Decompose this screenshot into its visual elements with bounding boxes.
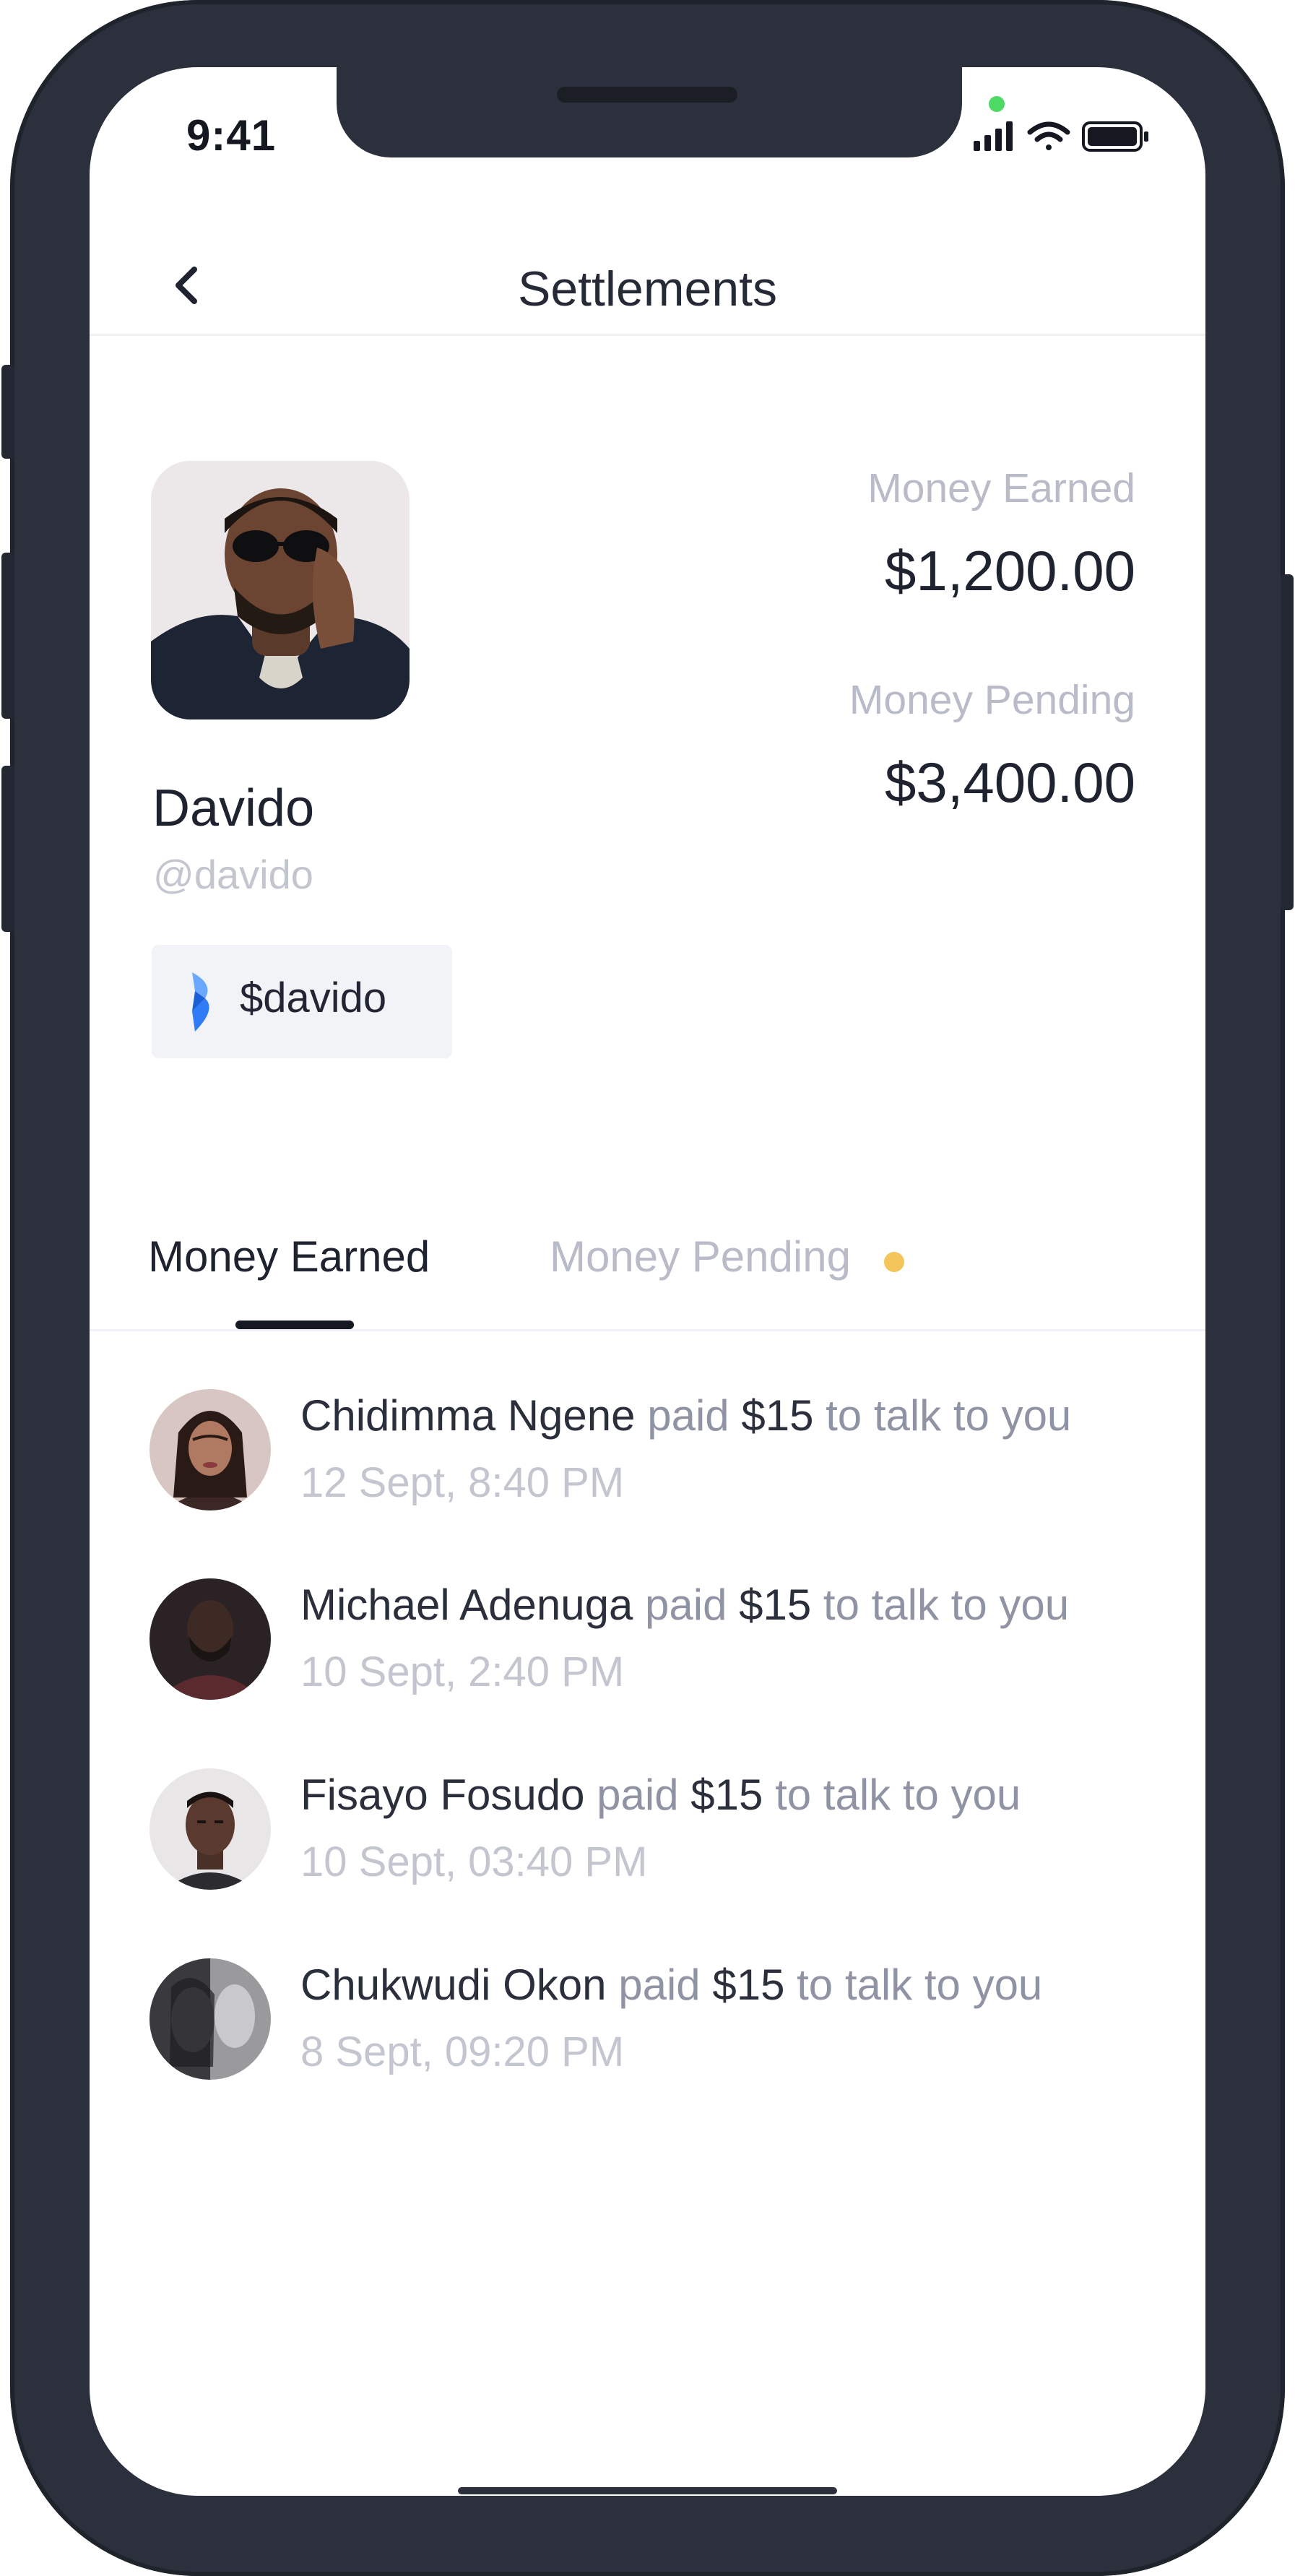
payer-name: Chidimma Ngene bbox=[300, 1391, 636, 1440]
active-tab-indicator bbox=[235, 1321, 354, 1329]
pending-indicator-dot bbox=[884, 1252, 904, 1272]
tab-bar: Money Earned Money Pending bbox=[90, 1209, 1205, 1331]
speaker-grille bbox=[557, 87, 737, 103]
navigation-bar: Settlements bbox=[90, 233, 1205, 336]
transaction-time: 10 Sept, 03:40 PM bbox=[300, 1838, 648, 1885]
cashtag-label: $davido bbox=[240, 974, 387, 1021]
volume-up-button bbox=[1, 553, 14, 719]
wifi-icon bbox=[1027, 121, 1070, 150]
transaction-verb: paid bbox=[635, 1391, 742, 1440]
transaction-suffix: to talk to you bbox=[813, 1391, 1072, 1440]
transaction-verb: paid bbox=[606, 1961, 713, 2009]
money-pending-value: $3,400.00 bbox=[884, 751, 1135, 814]
transaction-amount: $15 bbox=[739, 1581, 812, 1629]
list-item[interactable]: Chukwudi Okon paid $15 to talk to you 8 … bbox=[90, 1937, 1205, 2081]
home-indicator[interactable] bbox=[458, 2487, 837, 2494]
profile-avatar bbox=[151, 461, 410, 719]
transaction-amount: $15 bbox=[690, 1771, 763, 1819]
volume-down-button bbox=[1, 766, 14, 932]
tab-money-earned[interactable]: Money Earned bbox=[148, 1232, 430, 1281]
profile-handle: @davido bbox=[153, 852, 313, 897]
payer-name: Fisayo Fosudo bbox=[300, 1771, 585, 1819]
app-logo-icon bbox=[192, 972, 209, 1032]
transaction-text: Michael Adenuga paid $15 to talk to you bbox=[300, 1580, 1069, 1630]
phone-screen: 9:41 Settlements Davido @davido $davido … bbox=[90, 67, 1205, 2496]
cellular-signal-icon bbox=[974, 121, 1013, 151]
payer-name: Chukwudi Okon bbox=[300, 1961, 607, 2009]
avatar bbox=[150, 1578, 271, 1700]
battery-icon bbox=[1082, 121, 1148, 152]
cashtag-chip[interactable]: $davido bbox=[152, 945, 452, 1058]
silent-switch bbox=[1, 365, 14, 459]
status-time: 9:41 bbox=[186, 111, 277, 160]
transaction-time: 10 Sept, 2:40 PM bbox=[300, 1648, 625, 1695]
camera-indicator-icon bbox=[989, 96, 1005, 112]
transaction-amount: $15 bbox=[712, 1961, 785, 2009]
avatar bbox=[150, 1768, 271, 1890]
transaction-time: 8 Sept, 09:20 PM bbox=[300, 2028, 625, 2075]
transaction-text: Chidimma Ngene paid $15 to talk to you bbox=[300, 1391, 1071, 1440]
notch bbox=[337, 67, 962, 157]
status-icons bbox=[974, 121, 1148, 152]
page-title: Settlements bbox=[517, 262, 778, 316]
transaction-time: 12 Sept, 8:40 PM bbox=[300, 1459, 625, 1506]
transaction-suffix: to talk to you bbox=[811, 1581, 1070, 1629]
transaction-amount: $15 bbox=[741, 1391, 814, 1440]
avatar bbox=[150, 1958, 271, 2080]
transaction-text: Chukwudi Okon paid $15 to talk to you bbox=[300, 1960, 1042, 2010]
tab-money-pending[interactable]: Money Pending bbox=[550, 1232, 851, 1281]
list-item[interactable]: Michael Adenuga paid $15 to talk to you … bbox=[90, 1557, 1205, 1701]
money-pending-label: Money Pending bbox=[849, 677, 1135, 723]
transaction-text: Fisayo Fosudo paid $15 to talk to you bbox=[300, 1770, 1021, 1820]
transaction-verb: paid bbox=[633, 1581, 740, 1629]
power-button bbox=[1281, 574, 1294, 910]
money-earned-value: $1,200.00 bbox=[884, 539, 1135, 602]
list-item[interactable]: Fisayo Fosudo paid $15 to talk to you 10… bbox=[90, 1747, 1205, 1891]
avatar bbox=[150, 1389, 271, 1510]
profile-name: Davido bbox=[152, 779, 315, 837]
payer-name: Michael Adenuga bbox=[300, 1581, 633, 1629]
profile-photo bbox=[151, 461, 410, 719]
transaction-verb: paid bbox=[584, 1771, 691, 1819]
money-earned-label: Money Earned bbox=[867, 465, 1135, 511]
list-item[interactable]: Chidimma Ngene paid $15 to talk to you 1… bbox=[90, 1367, 1205, 1512]
transaction-suffix: to talk to you bbox=[763, 1771, 1021, 1819]
transaction-suffix: to talk to you bbox=[784, 1961, 1043, 2009]
